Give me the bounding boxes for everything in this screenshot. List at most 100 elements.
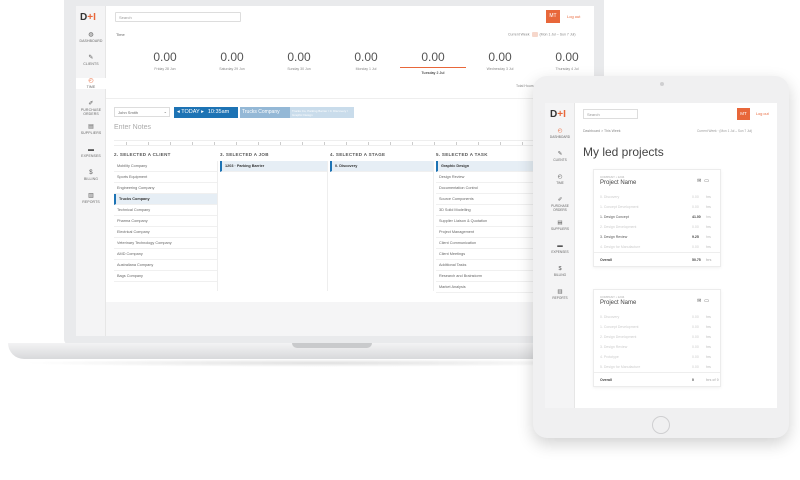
- tablet-camera: [660, 82, 664, 86]
- sidebar-item-billing[interactable]: $ BILLING: [76, 170, 106, 181]
- ruler-tick: [522, 142, 523, 145]
- sidebar-item-reports[interactable]: ▥ REPORTS: [545, 289, 575, 300]
- list-item[interactable]: Bags Company: [114, 271, 217, 282]
- list-item[interactable]: Australiana Company: [114, 260, 217, 271]
- day-hours-value: 0.00: [153, 50, 177, 64]
- sidebar-item-label: BILLING: [553, 273, 567, 277]
- sidebar-item-reports[interactable]: ▥ REPORTS: [76, 193, 106, 204]
- list-item[interactable]: Engineering Company: [114, 183, 217, 194]
- ruler-tick: [236, 142, 237, 145]
- sidebar-item-billing[interactable]: $ BILLING: [545, 266, 575, 277]
- folder-icon[interactable]: ▭: [704, 178, 712, 184]
- day-total[interactable]: 0.00 Monday 1 Jul: [333, 50, 399, 71]
- search-input[interactable]: Search: [115, 12, 241, 22]
- project-card[interactable]: COMPANY • 1234 Project Name ✉▭ 0. Discovery…: [593, 289, 721, 387]
- stage-label: 5. Design for Manufacture: [600, 365, 641, 369]
- stage-label: 3. Design Review: [600, 345, 628, 349]
- stage-hours-row: 0. Discovery 0.00 hrs: [594, 192, 720, 202]
- stage-label: 4. Design for Manufacture: [600, 245, 641, 249]
- time-icon: ◴: [88, 78, 94, 84]
- stage-hours: 0.00: [692, 245, 699, 249]
- sidebar-item-time[interactable]: ◴ TIME: [545, 174, 575, 185]
- sidebar-item-clients[interactable]: ✎ CLIENTS: [76, 55, 106, 66]
- day-total[interactable]: 0.00 Saturday 29 Jun: [199, 50, 265, 71]
- search-input[interactable]: Search: [583, 109, 638, 119]
- user-select[interactable]: John Smith ⌄: [114, 107, 170, 117]
- time-icon: ◴: [557, 174, 563, 180]
- list-item[interactable]: Pharma Company: [114, 216, 217, 227]
- list-item[interactable]: Sports Equipment: [114, 172, 217, 183]
- ruler-tick: [412, 142, 413, 145]
- stage-hours: 9.25: [692, 235, 699, 239]
- sidebar-item-expenses[interactable]: ▬ EXPENSES: [545, 243, 575, 254]
- list-item[interactable]: Trucks Company: [114, 194, 217, 205]
- avatar[interactable]: MT: [737, 108, 750, 120]
- sidebar-item-dashboard[interactable]: ◍ DASHBOARD: [76, 32, 106, 43]
- day-total-today[interactable]: 0.00 Tuesday 2 Jul: [400, 50, 466, 75]
- stage-hours-row: 3. Design Review 0.00 hrs: [594, 342, 720, 352]
- day-total[interactable]: 0.00 Thursday 4 Jul: [534, 50, 594, 71]
- notes-input[interactable]: Enter Notes: [114, 124, 151, 131]
- hours-unit: hrs: [706, 245, 711, 249]
- day-total[interactable]: 0.00 Sunday 30 Jun: [266, 50, 332, 71]
- purchase-orders-icon: ✐: [88, 101, 94, 107]
- sidebar-item-expenses[interactable]: ▬ EXPENSES: [76, 147, 106, 158]
- sidebar-item-dashboard[interactable]: ◴ DASHBOARD: [545, 128, 575, 139]
- today-timer-button[interactable]: ◂ TODAY ▸ 10:35am: [174, 107, 238, 118]
- ruler-tick: [148, 142, 149, 145]
- sidebar-item-label: DASHBOARD: [549, 135, 571, 139]
- stage-hours-row: 2. Design Development 0.00 hrs: [594, 222, 720, 232]
- stage-label: 1. Concept Development: [600, 325, 639, 329]
- logout-link[interactable]: Log out: [756, 112, 769, 116]
- sidebar-item-suppliers[interactable]: ▤ SUPPLIERS: [76, 124, 106, 135]
- folder-icon[interactable]: ▭: [704, 298, 712, 304]
- stage-label: 4. Prototype: [600, 355, 619, 359]
- tablet-screen: D+I ◴ DASHBOARD ✎ CLIENTS ◴ TIME ✐ PURCHASE ORD…: [545, 103, 777, 408]
- sidebar-item-purchase-orders[interactable]: ✐ PURCHASE ORDERS: [545, 197, 575, 212]
- ruler-tick: [346, 142, 347, 145]
- list-item[interactable]: Veterinary Technology Company: [114, 238, 217, 249]
- sidebar-item-label: TIME: [556, 181, 564, 185]
- list-item[interactable]: AMD Company: [114, 249, 217, 260]
- ruler-tick: [258, 142, 259, 145]
- sidebar-item-label: PURCHASE ORDERS: [80, 108, 102, 116]
- list-item[interactable]: 1203 · Parking Barrier: [220, 161, 327, 172]
- sidebar-item-purchase-orders[interactable]: ✐ PURCHASE ORDERS: [76, 101, 106, 116]
- sidebar-item-suppliers[interactable]: ▤ SUPPLIERS: [545, 220, 575, 231]
- list-item[interactable]: Mobility Company: [114, 161, 217, 172]
- sidebar-item-clients[interactable]: ✎ CLIENTS: [545, 151, 575, 162]
- sidebar-item-label: REPORTS: [82, 200, 100, 204]
- overall-hours: 50.75: [692, 258, 701, 262]
- sidebar-item-time[interactable]: ◴ TIME: [76, 78, 106, 89]
- day-total[interactable]: 0.00 Wednesday 3 Jul: [467, 50, 533, 71]
- column-header: 5. SELECTED A TASK: [436, 152, 488, 157]
- page-title: My led projects: [583, 145, 664, 159]
- sidebar-item-label: EXPENSES: [81, 154, 101, 158]
- device-mockup-scene: D+I ◍ DASHBOARD ✎ CLIENTS ◴ TIME ✐ PURCHASE ORD…: [0, 0, 800, 480]
- hours-unit: hrs: [706, 315, 711, 319]
- list-item[interactable]: Electrical Company: [114, 227, 217, 238]
- prev-week-button[interactable]: [531, 32, 538, 37]
- breadcrumb[interactable]: Dashboard > This Week: [583, 129, 621, 133]
- stage-hours: 0.00: [692, 345, 699, 349]
- day-hours-value: 0.00: [555, 50, 579, 64]
- day-total[interactable]: 0.00 Friday 28 Jun: [132, 50, 198, 71]
- suppliers-icon: ▤: [557, 220, 563, 226]
- time-ruler[interactable]: [114, 140, 554, 146]
- purchase-orders-icon: ✐: [557, 197, 563, 203]
- list-item[interactable]: Technical Company: [114, 205, 217, 216]
- app-logo[interactable]: D+I: [80, 12, 96, 23]
- period-selector[interactable]: Current Week · (Mon 1 Jul – Sun 7 Jul): [697, 129, 752, 133]
- logout-link[interactable]: Log out: [567, 14, 580, 19]
- ruler-tick: [478, 142, 479, 145]
- period-selector[interactable]: Current Week (Mon 1 Jul – Sun 7 Jul): [508, 32, 576, 37]
- list-item[interactable]: 0. Discovery: [330, 161, 433, 172]
- ruler-tick: [126, 142, 127, 145]
- ruler-tick: [500, 142, 501, 145]
- reports-icon: ▥: [88, 193, 94, 199]
- app-logo[interactable]: D+I: [550, 109, 566, 120]
- project-card[interactable]: COMPANY • 1234 Project Name ✉▭ 0. Discovery…: [593, 169, 721, 267]
- avatar[interactable]: MT: [546, 10, 560, 23]
- selected-client-chip[interactable]: Trucks Company: [240, 107, 290, 118]
- day-hours-value: 0.00: [354, 50, 378, 64]
